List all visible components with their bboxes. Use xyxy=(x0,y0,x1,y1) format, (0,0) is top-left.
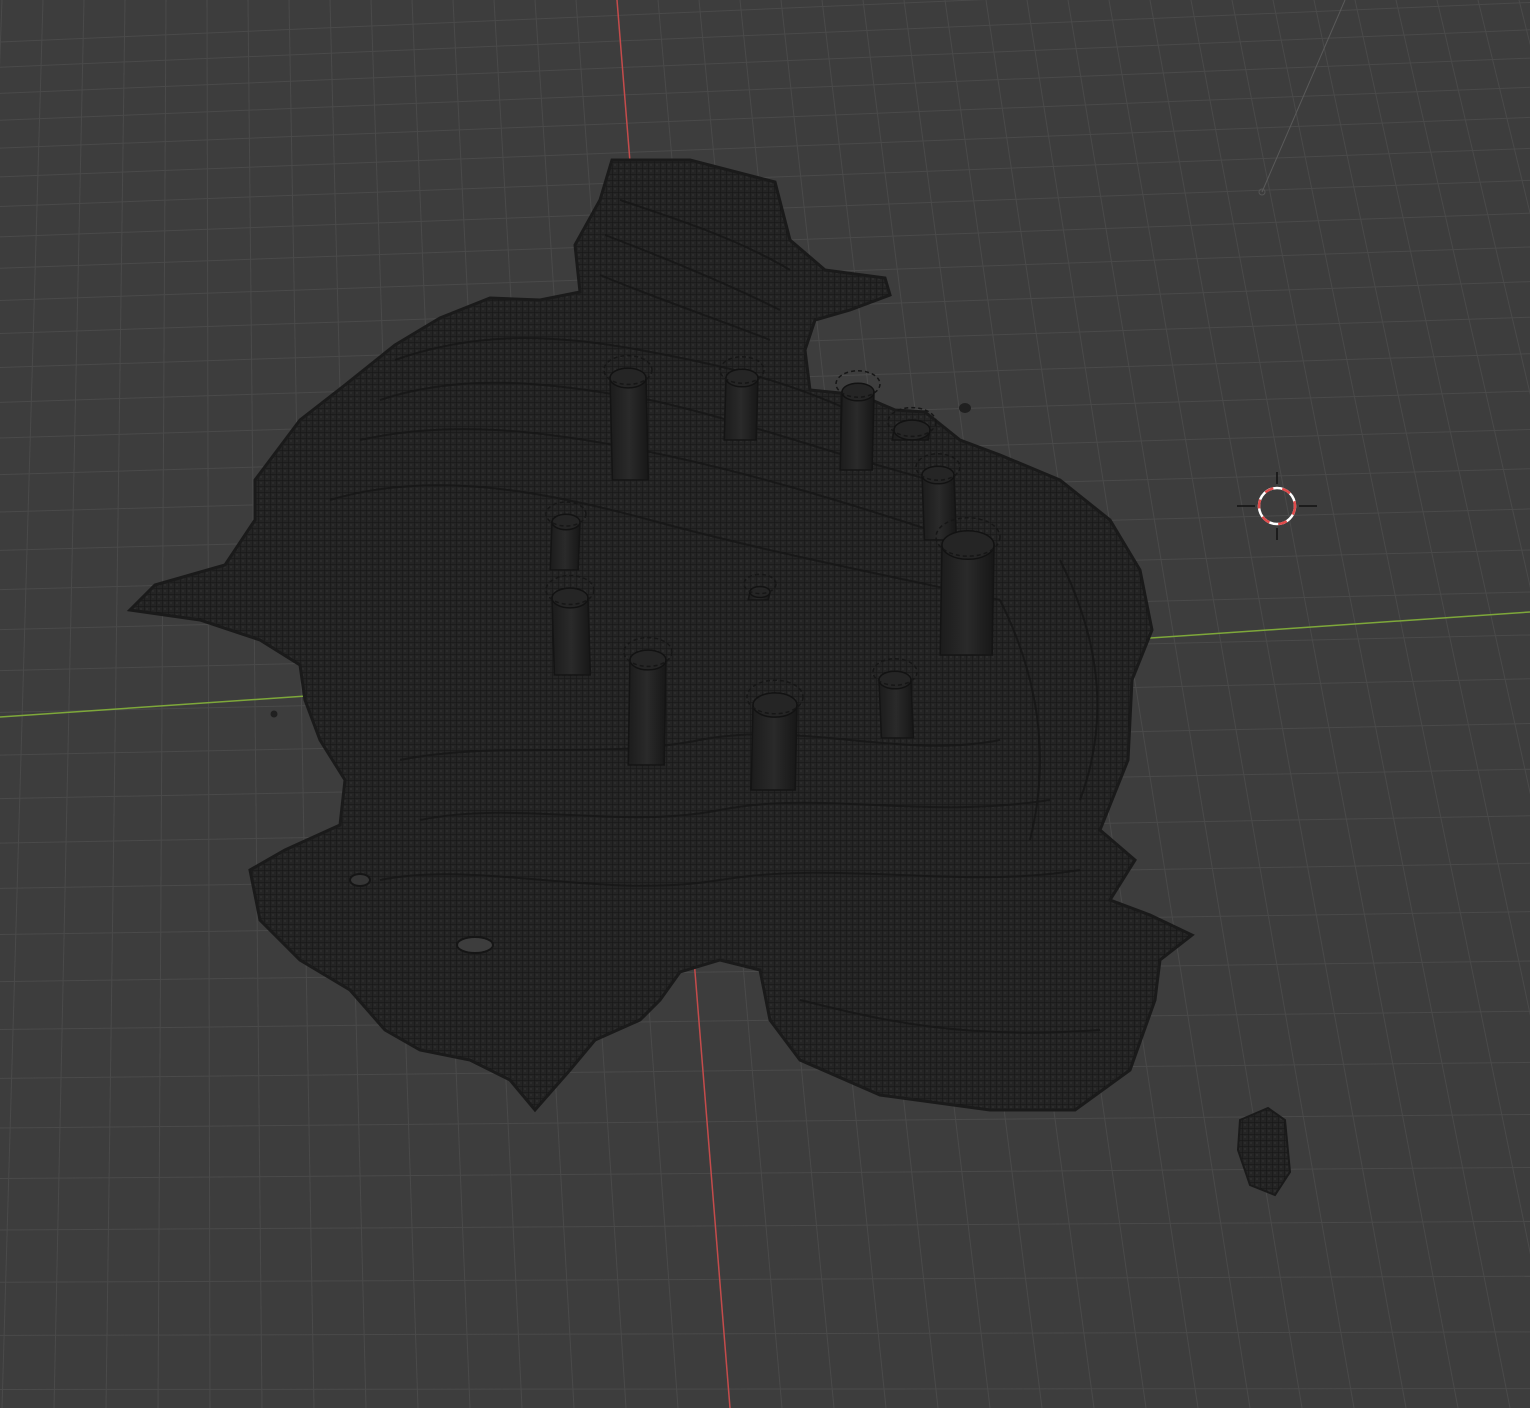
grid-line xyxy=(1477,0,1530,215)
grid-line xyxy=(1231,0,1511,1408)
grid-line xyxy=(0,1010,1530,1031)
pillar[interactable] xyxy=(935,517,1001,656)
3d-viewport[interactable] xyxy=(0,0,1530,1408)
grid-line xyxy=(1313,0,1530,1017)
grid-line xyxy=(0,29,1530,94)
grid-line xyxy=(0,0,986,43)
small-fragment[interactable] xyxy=(1236,1106,1292,1197)
grid-line xyxy=(1354,0,1530,795)
grid-line xyxy=(0,1061,1530,1079)
grid-line xyxy=(53,0,85,1408)
3d-cursor-icon[interactable] xyxy=(1237,472,1317,540)
terrain-mesh[interactable] xyxy=(126,158,1195,1113)
grid-line xyxy=(1,0,44,1408)
grid-line xyxy=(0,1166,1530,1180)
grid-line xyxy=(0,1,1530,68)
grid-line xyxy=(1436,0,1530,396)
grid-line xyxy=(157,0,167,1408)
pillar[interactable] xyxy=(623,636,673,766)
grid-line xyxy=(0,1113,1530,1129)
grid-line xyxy=(0,1388,1530,1390)
grid-line xyxy=(0,0,3,68)
small-fragment-dot xyxy=(959,403,971,413)
grid-line xyxy=(1395,0,1530,589)
grid-line xyxy=(0,1275,1530,1283)
grid-line xyxy=(206,0,211,1408)
grid-line xyxy=(0,57,1530,121)
grid-line xyxy=(105,0,126,1408)
grid-line xyxy=(0,86,1530,149)
grid-line xyxy=(1149,0,1407,1408)
grid-line xyxy=(0,116,1530,178)
grid-line xyxy=(0,1220,1530,1231)
grid-line xyxy=(0,1331,1530,1336)
small-fragment-dot xyxy=(270,710,278,718)
viewport-canvas[interactable] xyxy=(0,0,1530,1408)
grid-line xyxy=(1518,0,1530,46)
grid-line xyxy=(247,0,263,1408)
